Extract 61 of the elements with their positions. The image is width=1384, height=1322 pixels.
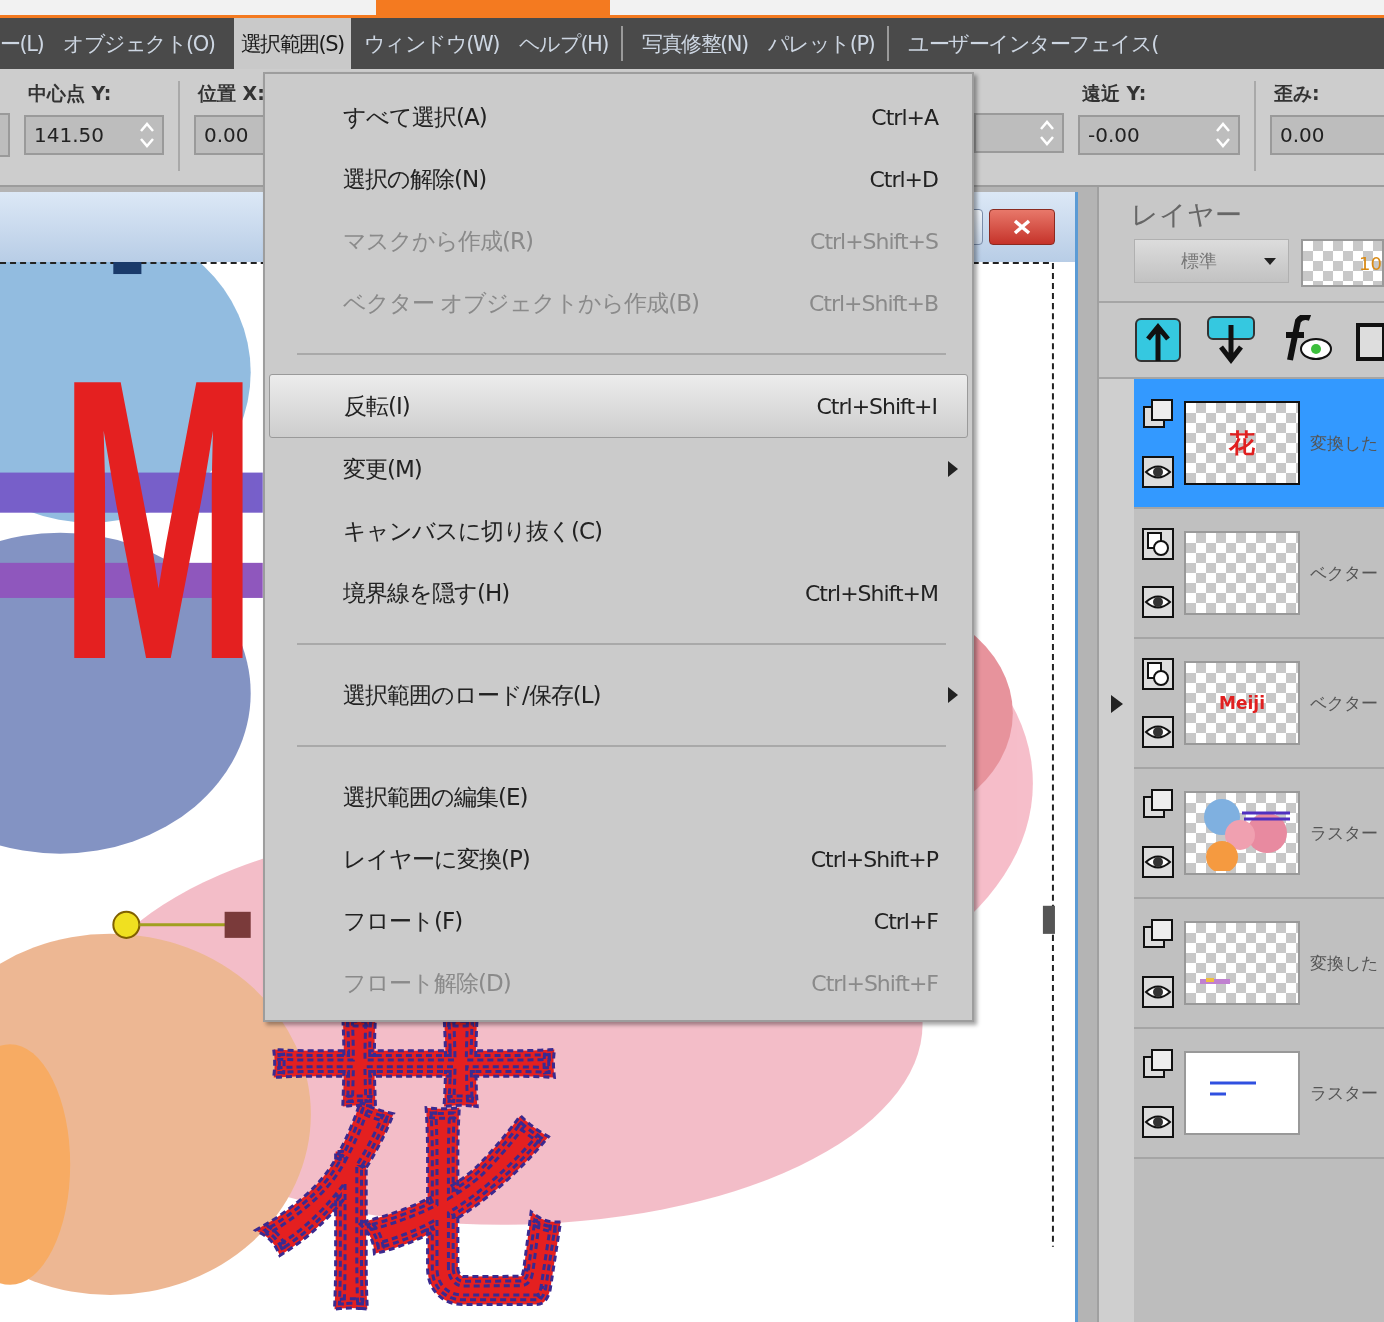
- submenu-arrow-icon: [948, 687, 958, 703]
- field-label: 中心点 Y:: [27, 81, 113, 107]
- menu-bar-item[interactable]: ヘルプ(H): [511, 18, 616, 70]
- menu-item[interactable]: すべて選択(A) Ctrl+A: [269, 86, 968, 148]
- eye-icon[interactable]: [1142, 716, 1174, 749]
- field-label: 歪み:: [1273, 81, 1321, 107]
- menu-item[interactable]: フロート(F) Ctrl+F: [269, 890, 968, 952]
- menu-bar-item[interactable]: パレット(P): [760, 18, 882, 70]
- number-field[interactable]: -0.00: [1078, 115, 1240, 156]
- menu-item[interactable]: 選択範囲のロード/保存(L): [269, 664, 968, 726]
- close-button[interactable]: [989, 209, 1055, 246]
- expand-arrow-icon[interactable]: [1110, 695, 1123, 714]
- menu-bar-item[interactable]: 選択範囲(S): [233, 18, 351, 70]
- menu-item[interactable]: 変更(M): [269, 438, 968, 500]
- menu-bar-item[interactable]: ー(L): [0, 18, 51, 70]
- raster-layer-icon: [1142, 1048, 1174, 1081]
- thumbnail-text: Meiji: [1219, 693, 1265, 714]
- submenu-arrow-icon: [948, 461, 958, 477]
- eye-icon[interactable]: [1142, 456, 1174, 489]
- layer-name: ベクター: [1310, 561, 1378, 585]
- panel-title: レイヤー: [1130, 198, 1243, 233]
- number-field[interactable]: [974, 113, 1064, 154]
- raster-layer-icon: [1142, 918, 1174, 951]
- number-field[interactable]: 0.00: [1270, 115, 1384, 156]
- number-field[interactable]: 141.50: [24, 115, 164, 156]
- vector-layer-icon: [1142, 658, 1174, 691]
- menu-bar-item[interactable]: 写真修整(N): [635, 18, 755, 70]
- eye-icon[interactable]: [1142, 586, 1174, 619]
- menu-bar-item[interactable]: オブジェクト(O): [56, 18, 222, 70]
- menu-item[interactable]: 選択範囲の編集(E): [269, 766, 968, 828]
- lines-thumbnail-drawing: [1208, 1081, 1258, 1098]
- vector-layer-icon: [1142, 528, 1174, 561]
- layer-name: 変換した: [1310, 431, 1378, 455]
- rotation-handle[interactable]: [112, 910, 251, 939]
- menu-bar-item[interactable]: ウィンドウ(W): [356, 18, 506, 70]
- menu-item[interactable]: 反転(I) Ctrl+Shift+I: [269, 374, 968, 438]
- layer-name: ラスター: [1310, 1081, 1378, 1105]
- eye-icon[interactable]: [1142, 1106, 1174, 1139]
- menu-item[interactable]: レイヤーに変換(P) Ctrl+Shift+P: [269, 828, 968, 890]
- move-down-icon[interactable]: [1206, 315, 1256, 366]
- menu-item[interactable]: 選択の解除(N) Ctrl+D: [269, 148, 968, 210]
- menu-bar-item[interactable]: ユーザーインターフェイス(: [901, 18, 1165, 70]
- layer-name: ベクター: [1310, 691, 1378, 715]
- close-icon: [1013, 219, 1031, 236]
- field-label: 遠近 Y:: [1081, 81, 1148, 107]
- layer-name: 変換した: [1310, 951, 1378, 975]
- eye-icon[interactable]: [1142, 976, 1174, 1009]
- menu-item[interactable]: キャンバスに切り抜く(C): [269, 500, 968, 562]
- thumbnail-text: 花: [1229, 426, 1255, 460]
- blend-mode-dropdown[interactable]: 標準: [1134, 239, 1289, 284]
- caret-icon: [1264, 257, 1276, 265]
- specks-thumbnail-drawing: [1200, 977, 1230, 986]
- menu-item[interactable]: 境界線を隠す(H) Ctrl+Shift+M: [269, 562, 968, 624]
- field-label: 位置 X:: [196, 81, 266, 107]
- selection-handle[interactable]: [113, 262, 142, 275]
- selection-handle[interactable]: [1042, 905, 1055, 934]
- eye-icon[interactable]: [1142, 846, 1174, 879]
- number-field[interactable]: [0, 113, 10, 158]
- raster-layer-icon: [1142, 788, 1174, 821]
- raster-layer-icon: [1142, 398, 1174, 431]
- layer-name: ラスター: [1310, 821, 1378, 845]
